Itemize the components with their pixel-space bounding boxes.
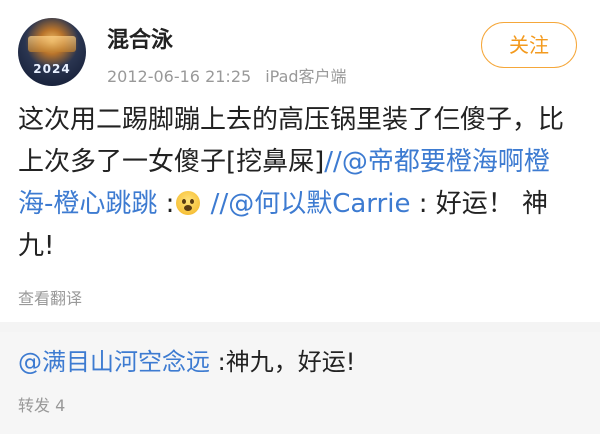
mention-link-2[interactable]: @何以默Carrie [228, 189, 410, 219]
repost-count[interactable]: 转发 4 [18, 392, 65, 416]
repost-mention-link[interactable]: @满目山河空念远 [18, 348, 210, 376]
repost-comment-text: :神九，好运! [210, 348, 356, 376]
post-device: iPad客户端 [265, 67, 347, 86]
translate-link[interactable]: 查看翻译 [18, 285, 82, 309]
repost-separator-1: // [324, 147, 342, 177]
username[interactable]: 混合泳 [107, 22, 173, 54]
weibo-post: 2024 混合泳 2012-06-16 21:25 iPad客户端 关注 这次用二… [0, 0, 600, 322]
post-timestamp: 2012-06-16 21:25 [107, 67, 252, 86]
repost-comment: @满目山河空念远 :神九，好运! [18, 344, 355, 380]
follow-button[interactable]: 关注 [481, 22, 577, 68]
user-avatar[interactable]: 2024 [18, 18, 86, 86]
post-content: 这次用二踢脚蹦上去的高压锅里装了仨傻子，比上次多了一女傻子[挖鼻屎]//@帝都要… [18, 99, 584, 267]
fearful-face-emoji-icon [176, 191, 201, 215]
avatar-stage-graphic [28, 36, 76, 52]
colon-1: : [157, 189, 175, 219]
post-meta: 2012-06-16 21:25 iPad客户端 [107, 63, 347, 87]
avatar-year-text: 2024 [33, 62, 71, 76]
section-divider [0, 322, 600, 332]
repost-separator-2: // [202, 189, 229, 219]
